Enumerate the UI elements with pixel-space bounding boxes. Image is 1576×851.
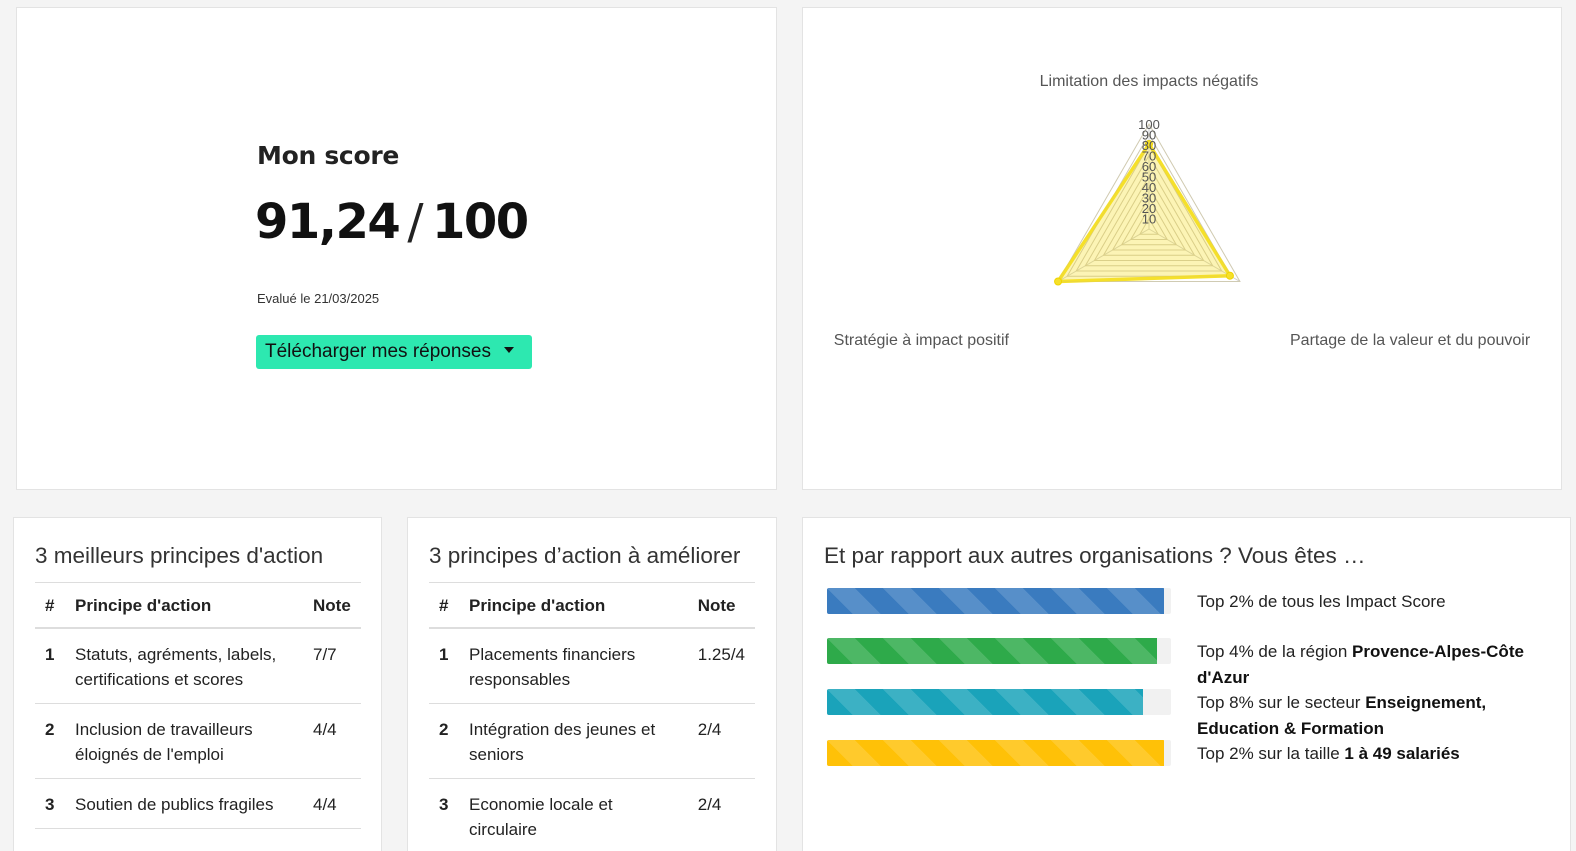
comparison-prefix: Top 2% de tous les Impact Score <box>1197 592 1446 611</box>
column-header-rank: # <box>429 582 459 629</box>
best-principles-card: 3 meilleurs principes d'action # Princip… <box>13 517 382 851</box>
row-rank: 1 <box>35 628 65 704</box>
score-card: Mon score 91,24/100 Evalué le 21/03/2025… <box>16 7 777 490</box>
column-header-rank: # <box>35 582 65 629</box>
progress-bar-region <box>827 638 1171 664</box>
comparison-card: Et par rapport aux autres organisations … <box>802 517 1571 851</box>
improve-principles-title: 3 principes d’action à améliorer <box>429 543 741 568</box>
row-principle: Statuts, agréments, labels, certificatio… <box>65 628 303 704</box>
comparison-text-region: Top 4% de la région Provence-Alpes-Côte … <box>1197 639 1542 690</box>
score-number: 91,24 <box>255 194 401 250</box>
best-principles-title: 3 meilleurs principes d'action <box>35 543 324 568</box>
row-note: 7/7 <box>303 628 361 704</box>
radar-axis-label: Stratégie à impact positif <box>834 332 1010 349</box>
radar-axis-label: Partage de la valeur et du pouvoir <box>1290 332 1531 349</box>
row-rank: 3 <box>429 778 459 851</box>
score-max: 100 <box>432 194 529 250</box>
table-row: 3 Economie locale et circulaire 2/4 <box>429 778 755 851</box>
table-row: 1 Statuts, agréments, labels, certificat… <box>35 628 361 704</box>
row-rank: 2 <box>429 703 459 779</box>
improve-principles-card: 3 principes d’action à améliorer # Princ… <box>407 517 777 851</box>
row-principle: Soutien de publics fragiles <box>65 778 303 829</box>
column-header-note: Note <box>303 582 361 629</box>
radar-point <box>1054 277 1063 286</box>
row-principle: Economie locale et circulaire <box>459 778 688 851</box>
radar-tick-label: 100 <box>1138 117 1160 132</box>
radar-chart-card: 10 20 30 40 50 60 70 80 90 100 Limitation des impa… <box>802 7 1562 490</box>
download-answers-button[interactable]: Télécharger mes réponses <box>256 335 532 369</box>
column-header-principle: Principe d'action <box>65 582 303 629</box>
progress-bar-sector <box>827 689 1171 715</box>
row-rank: 1 <box>429 628 459 704</box>
column-header-principle: Principe d'action <box>459 582 688 629</box>
column-header-note: Note <box>687 582 755 629</box>
best-principles-table: # Principe d'action Note 1 Statuts, agré… <box>35 582 361 829</box>
progress-bar-fill <box>827 689 1144 715</box>
row-note: 4/4 <box>303 778 361 829</box>
progress-bar-fill <box>827 588 1165 614</box>
improve-principles-table: # Principe d'action Note 1 Placements fi… <box>429 582 755 851</box>
progress-bar-fill <box>827 638 1158 664</box>
score-value: 91,24/100 <box>255 194 529 250</box>
comparison-title: Et par rapport aux autres organisations … <box>824 543 1366 568</box>
download-answers-label: Télécharger mes réponses <box>265 341 491 362</box>
comparison-prefix: Top 2% sur la taille <box>1197 744 1345 763</box>
comparison-prefix: Top 8% sur le secteur <box>1197 693 1366 712</box>
comparison-text-sector: Top 8% sur le secteur Enseignement, Educ… <box>1197 690 1542 741</box>
table-row: 2 Inclusion de travailleurs éloignés de … <box>35 703 361 779</box>
row-principle: Placements financiers responsables <box>459 628 688 704</box>
progress-bar-fill <box>827 740 1165 766</box>
table-row: 2 Intégration des jeunes et seniors 2/4 <box>429 703 755 779</box>
row-principle: Intégration des jeunes et seniors <box>459 703 688 779</box>
table-header-row: # Principe d'action Note <box>429 582 755 629</box>
radar-axis-label: Limitation des impacts négatifs <box>1040 73 1259 90</box>
score-title: Mon score <box>257 141 400 170</box>
row-principle: Inclusion de travailleurs éloignés de l'… <box>65 703 303 779</box>
comparison-text-all: Top 2% de tous les Impact Score <box>1197 589 1542 615</box>
row-rank: 3 <box>35 778 65 829</box>
radar-point <box>1225 271 1234 280</box>
table-row: 3 Soutien de publics fragiles 4/4 <box>35 778 361 829</box>
comparison-text-size: Top 2% sur la taille 1 à 49 salariés <box>1197 741 1542 767</box>
comparison-bold: 1 à 49 salariés <box>1344 744 1460 763</box>
score-separator: / <box>407 194 423 250</box>
radar-chart: 102030405060708090100Limitation des impa… <box>834 73 1531 349</box>
evaluation-date: Evalué le 21/03/2025 <box>257 291 380 306</box>
row-note: 2/4 <box>687 703 755 779</box>
table-header-row: # Principe d'action Note <box>35 582 361 629</box>
comparison-prefix: Top 4% de la région <box>1197 642 1352 661</box>
caret-down-icon <box>504 347 514 353</box>
row-note: 4/4 <box>303 703 361 779</box>
row-note: 2/4 <box>687 778 755 851</box>
progress-bar-all <box>827 588 1171 614</box>
row-note: 1.25/4 <box>687 628 755 704</box>
progress-bar-size <box>827 740 1171 766</box>
row-rank: 2 <box>35 703 65 779</box>
table-row: 1 Placements financiers responsables 1.2… <box>429 628 755 704</box>
